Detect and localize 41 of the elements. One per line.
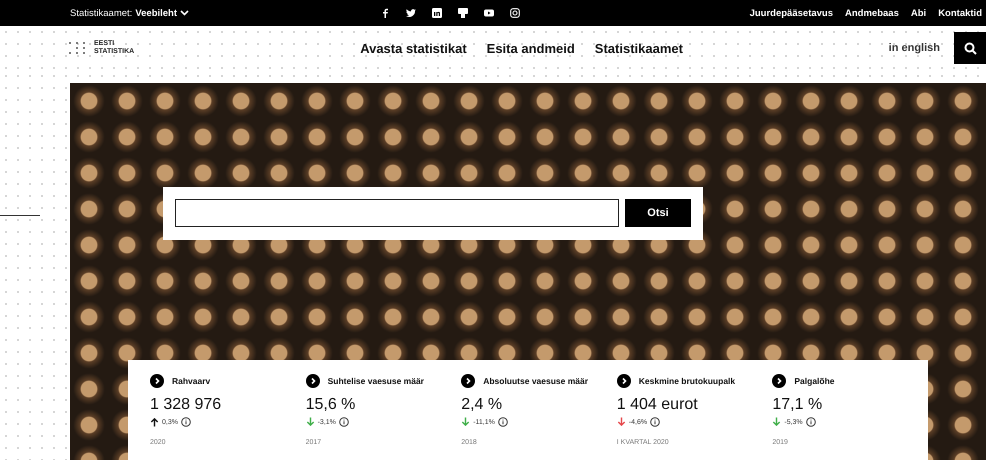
chevron-circle-icon[interactable] (616, 374, 631, 388)
stat-title[interactable]: Keskmine brutokuupalk (638, 376, 736, 386)
top-link[interactable]: Andmebaas (845, 8, 899, 18)
top-link[interactable]: Juurdepääsetavus (750, 8, 834, 18)
youtube-icon[interactable] (484, 8, 494, 18)
stat-value: 1 328 976 (150, 396, 222, 414)
top-link[interactable]: Kontaktid (938, 8, 982, 18)
chevron-icon (180, 10, 190, 16)
search-button[interactable] (954, 32, 986, 64)
search-button[interactable]: Otsi (625, 199, 691, 227)
linkedin-icon[interactable] (432, 8, 442, 18)
info-icon[interactable] (806, 417, 816, 427)
info-icon[interactable] (180, 417, 191, 427)
nav-link[interactable]: Avasta statistikat (360, 40, 467, 56)
chevron-circle-icon[interactable] (772, 374, 786, 388)
twitter-icon[interactable] (406, 8, 416, 18)
stat-value: 17,1 % (772, 396, 824, 414)
site-label: Statistikaamet: (70, 8, 132, 18)
chevron-circle-icon[interactable] (150, 374, 164, 388)
info-icon[interactable] (338, 417, 349, 427)
stat-title[interactable]: Suhtelise vaesuse määr (328, 376, 424, 386)
top-link[interactable]: Abi (910, 8, 926, 18)
search-icon (964, 42, 976, 54)
instagram-icon[interactable] (510, 8, 520, 18)
chevron-circle-icon[interactable] (306, 374, 320, 388)
logo-dots-icon (68, 41, 86, 55)
language-link[interactable]: in english (888, 42, 940, 54)
stat-value: 1 404 eurot (616, 396, 699, 414)
stat-value: 15,6 % (306, 396, 356, 414)
info-icon[interactable] (498, 417, 508, 427)
info-icon[interactable] (650, 417, 660, 427)
nav-link[interactable]: Statistikaamet (594, 40, 683, 56)
stat-value: 2,4 % (461, 396, 504, 414)
stat-title[interactable]: Absoluutse vaesuse määr (483, 376, 588, 386)
site-dropdown[interactable]: Veebileht (135, 8, 178, 18)
search-field[interactable] (175, 199, 619, 227)
stat-title[interactable]: Rahvaarv (172, 376, 210, 386)
nav-link[interactable]: Esita andmeid (486, 40, 575, 56)
stat-title[interactable]: Palgalõhe (794, 376, 835, 386)
facebook-icon[interactable] (380, 8, 390, 18)
chevron-circle-icon[interactable] (461, 374, 476, 388)
